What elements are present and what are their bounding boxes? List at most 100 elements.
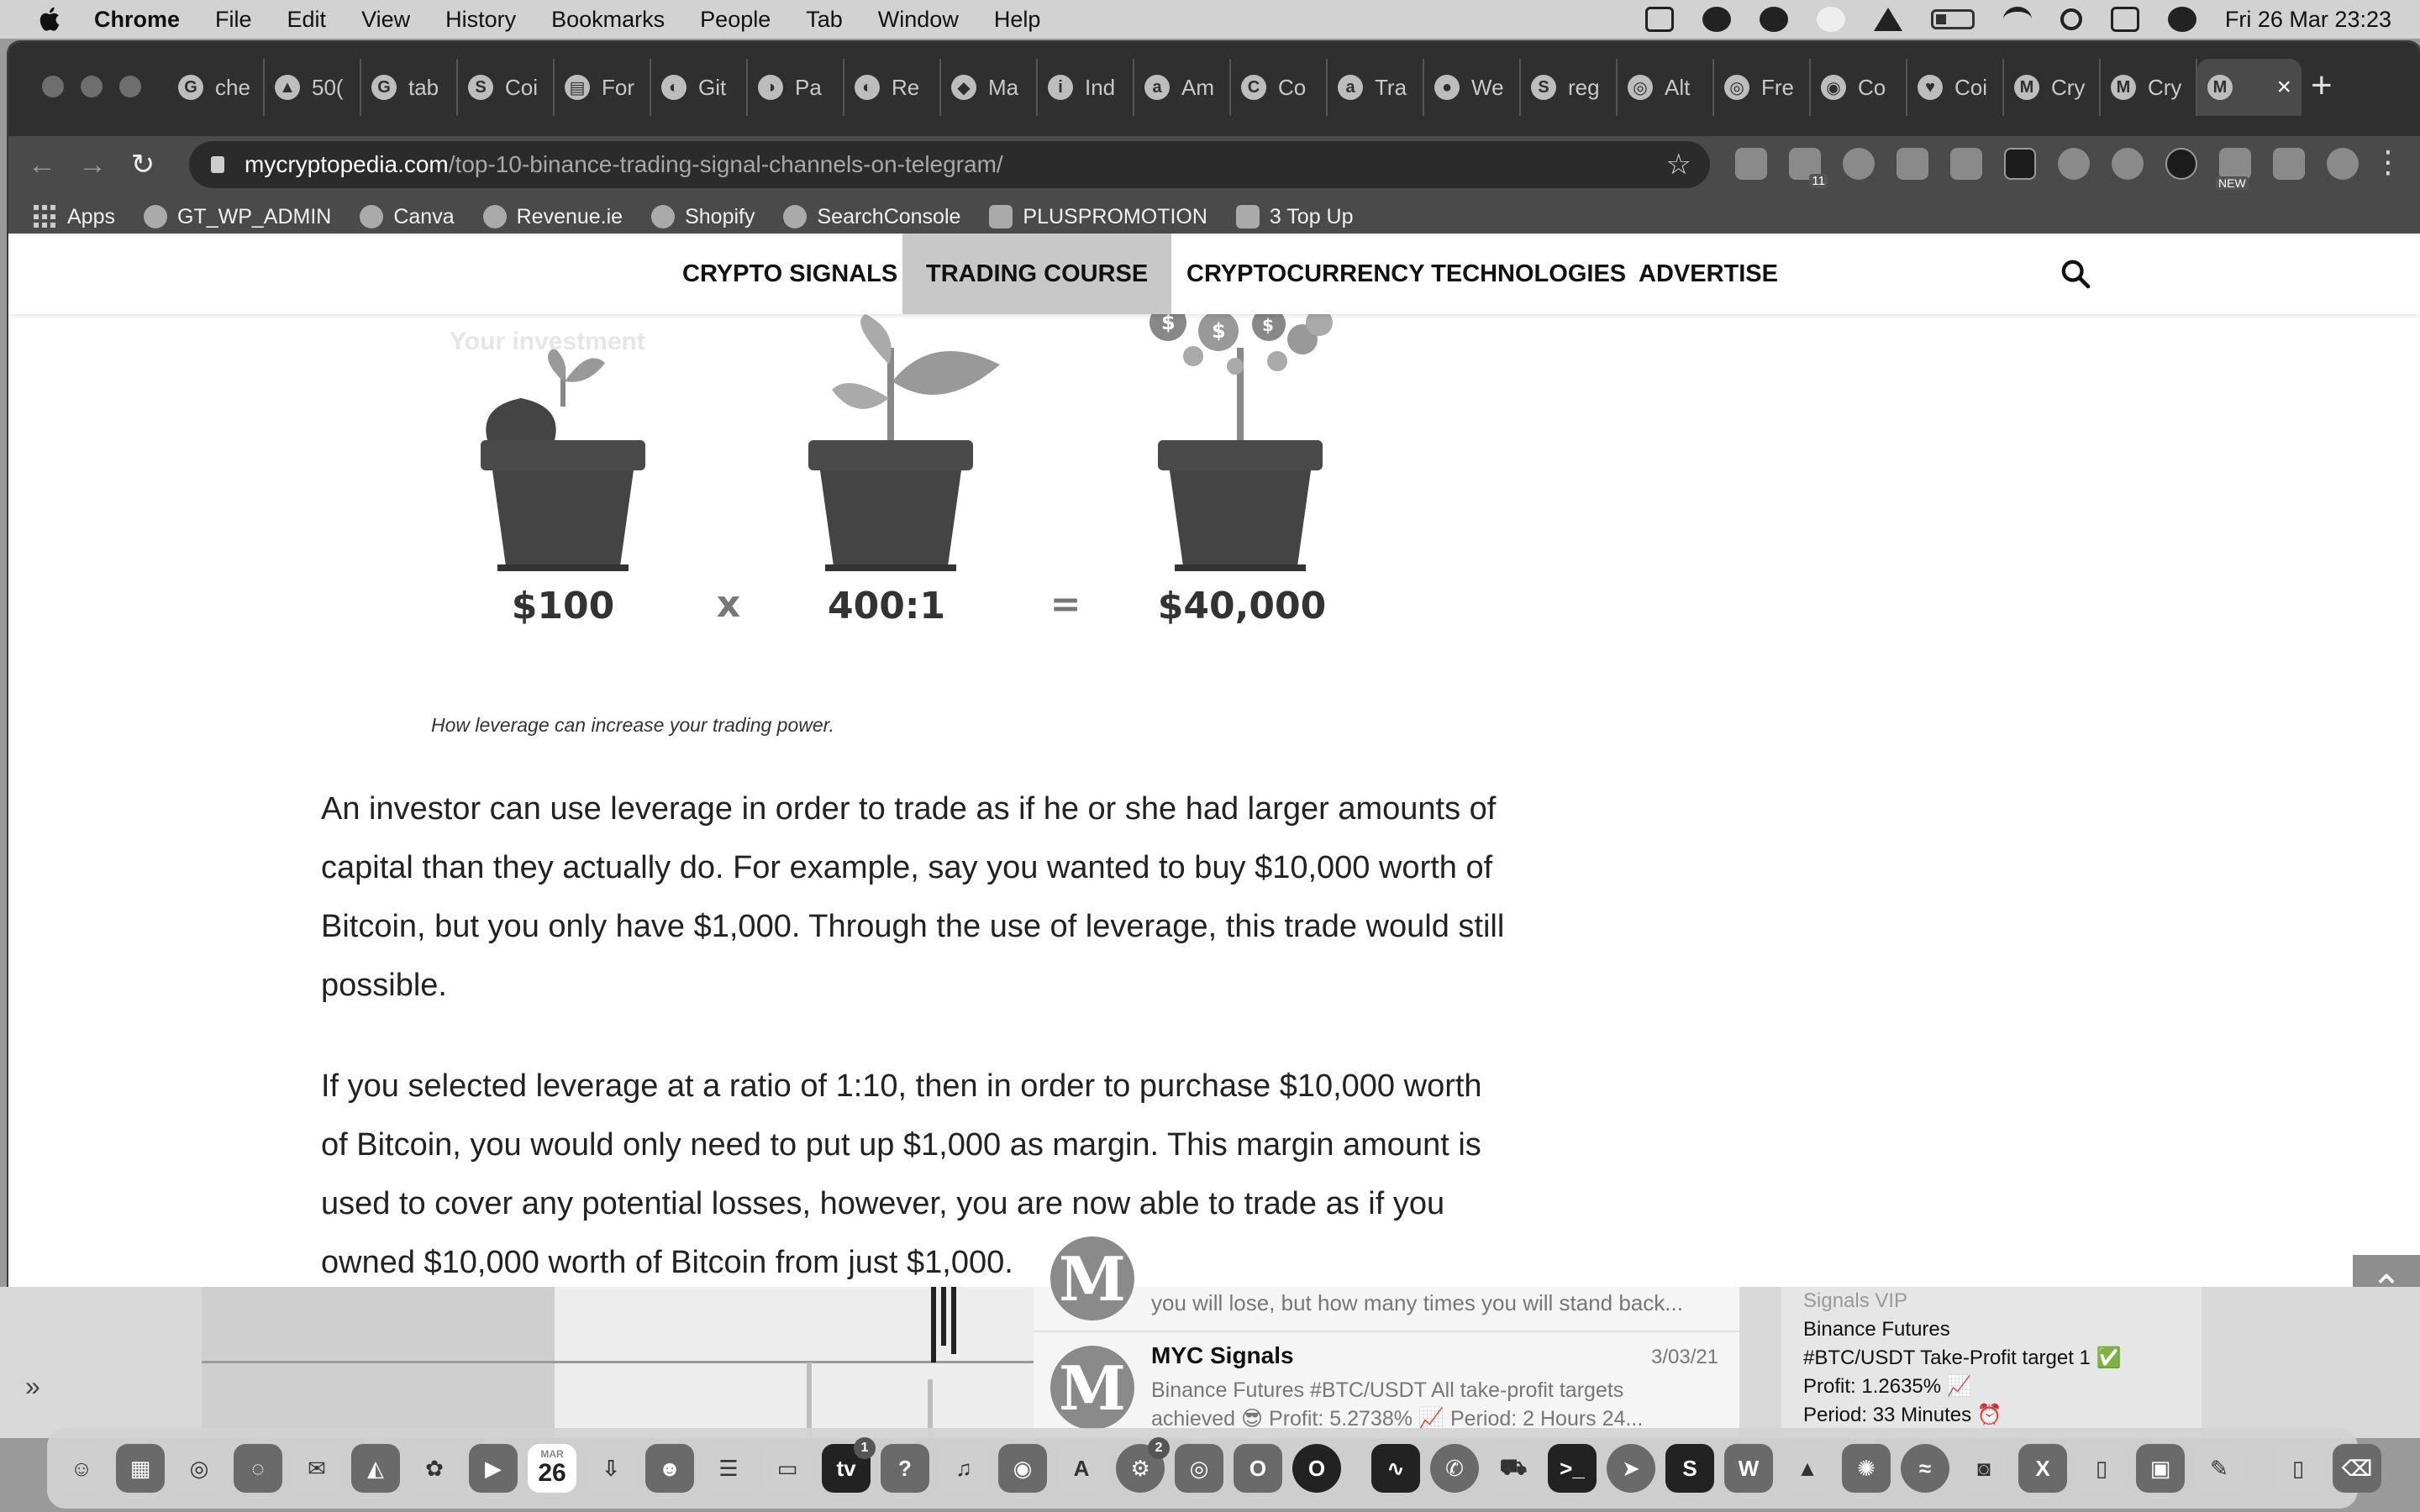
evernote-extension-icon[interactable]	[2112, 148, 2144, 180]
document-icon[interactable]: ▯	[2077, 1444, 2126, 1493]
finder-icon[interactable]: ☺	[57, 1444, 106, 1493]
facetime-icon[interactable]: ▶	[469, 1444, 518, 1493]
channel-avatar[interactable]: M	[1050, 1346, 1134, 1430]
pen-extension-icon[interactable]	[1735, 148, 1767, 180]
address-bar[interactable]: mycryptopedia.com /top-10-binance-tradin…	[189, 141, 1710, 188]
reload-button[interactable]: ↻	[118, 148, 168, 181]
browser-tab[interactable]: ◐ Git	[651, 59, 748, 116]
minimize-window-button[interactable]	[81, 76, 103, 97]
search-icon[interactable]	[2059, 257, 2092, 291]
browser-tab[interactable]: ▲ 50(	[265, 59, 361, 116]
forklift-status-icon[interactable]	[1644, 7, 1674, 32]
zoom-window-button[interactable]	[119, 76, 141, 97]
menu-bookmarks[interactable]: Bookmarks	[551, 7, 665, 33]
maps-icon[interactable]: ◭	[351, 1444, 400, 1493]
new-extension-icon[interactable]: NEW	[2216, 148, 2251, 190]
browser-tab[interactable]: ▤ For	[555, 59, 651, 116]
bookmark-search-console[interactable]: SearchConsole	[783, 205, 960, 229]
back-button[interactable]: ←	[17, 149, 67, 181]
close-window-button[interactable]	[42, 76, 64, 97]
telegram-status-icon[interactable]	[1816, 7, 1845, 32]
browser-tab[interactable]: Gtab	[361, 59, 458, 116]
browser-tab[interactable]: ◎ Alt	[1618, 59, 1714, 116]
word-icon[interactable]: W	[1724, 1444, 1773, 1493]
font-extension-icon[interactable]	[2004, 148, 2036, 180]
menu-window[interactable]: Window	[878, 7, 959, 33]
menu-app-name[interactable]: Chrome	[94, 7, 180, 33]
record-extension-icon[interactable]	[2165, 148, 2197, 180]
menu-view[interactable]: View	[361, 7, 410, 33]
channel-name[interactable]: MYC Signals	[1151, 1342, 1294, 1369]
browser-tab[interactable]: Gche	[168, 59, 265, 116]
help-icon[interactable]: ?	[881, 1444, 929, 1493]
terminal-icon[interactable]: >_	[1548, 1444, 1597, 1493]
launchpad-icon[interactable]: ▦	[116, 1444, 165, 1493]
profile-avatar[interactable]	[2327, 148, 2359, 180]
activity-monitor-icon[interactable]: ∿	[1371, 1444, 1420, 1493]
network-radar-icon[interactable]: ✺	[1842, 1444, 1891, 1493]
app-store-icon[interactable]: A	[1057, 1444, 1106, 1493]
spotlight-search-icon[interactable]	[2060, 8, 2082, 30]
messages-icon[interactable]: ◌	[234, 1444, 282, 1493]
browser-tab[interactable]: i Ind	[1038, 59, 1134, 116]
browser-tab[interactable]: ◑ Pa	[748, 59, 844, 116]
disk-utility-icon[interactable]: ▣	[2136, 1444, 2185, 1493]
menu-help[interactable]: Help	[994, 7, 1041, 33]
nav-advertise[interactable]: ADVERTISE	[1615, 234, 1802, 314]
new-tab-button[interactable]: +	[2311, 67, 2333, 104]
bookmark-star-icon[interactable]: ☆	[1666, 148, 1691, 181]
browser-tab[interactable]: Sreg	[1521, 59, 1618, 116]
notification-bell-icon[interactable]	[1702, 7, 1731, 32]
browser-tab[interactable]: a Tra	[1328, 59, 1424, 116]
opera-icon[interactable]: O	[1292, 1444, 1341, 1493]
double-chevron-icon[interactable]: »	[25, 1371, 40, 1402]
nav-trading-course[interactable]: TRADING COURSE	[902, 234, 1172, 314]
trash-icon[interactable]: ⌫	[2333, 1444, 2381, 1493]
bookmark-pluspromotion[interactable]: PLUSPROMOTION	[989, 205, 1207, 229]
apple-menu-icon[interactable]	[35, 4, 66, 34]
browser-tab[interactable]: ◆ Ma	[941, 59, 1038, 116]
recent-document-icon[interactable]: ▯	[2274, 1444, 2323, 1493]
browser-tab[interactable]: M Cry	[2004, 59, 2101, 116]
browser-tab-active[interactable]: M ×	[2197, 59, 2302, 116]
sync-extension-icon[interactable]	[1843, 148, 1875, 180]
browser-tab[interactable]: M Cry	[2101, 59, 2197, 116]
nav-crypto-signals[interactable]: CRYPTO SIGNALS	[659, 234, 921, 314]
outlook-icon[interactable]: O	[1234, 1444, 1282, 1493]
browser-tab[interactable]: ● We	[1424, 59, 1521, 116]
calendar-icon[interactable]: MAR 26	[528, 1444, 576, 1493]
menu-people[interactable]: People	[700, 7, 771, 33]
podcasts-icon[interactable]: ◉	[998, 1444, 1047, 1493]
system-preferences-icon[interactable]: ⚙ 2	[1116, 1437, 1170, 1493]
bookmark-shopify[interactable]: Shopify	[651, 205, 755, 229]
contacts-icon[interactable]: ☻	[645, 1444, 694, 1493]
istat-menus-icon[interactable]	[1759, 7, 1788, 32]
close-tab-icon[interactable]: ×	[2276, 73, 2291, 102]
apple-tv-icon[interactable]: tv 1	[822, 1437, 876, 1493]
screenshot-icon[interactable]: ◙	[1960, 1444, 2008, 1493]
wifi-icon[interactable]	[2002, 7, 2032, 32]
whatsapp-icon[interactable]: ✆	[1430, 1444, 1479, 1493]
lock-icon[interactable]	[211, 156, 224, 173]
vlc-status-icon[interactable]	[1873, 8, 1902, 31]
telegram-icon[interactable]: ➤	[1607, 1444, 1655, 1493]
downloads-icon[interactable]: ⇩	[587, 1444, 635, 1493]
messenger-icon[interactable]: ≈	[1901, 1444, 1949, 1493]
browser-tab[interactable]: ◉ Co	[1811, 59, 1907, 116]
control-center-icon[interactable]	[2110, 7, 2139, 32]
browser-tab[interactable]: C Co	[1231, 59, 1328, 116]
forklift-icon[interactable]: ⛟	[1489, 1444, 1538, 1493]
puzzle-extensions-icon[interactable]	[2273, 148, 2305, 180]
bookmark-revenue[interactable]: Revenue.ie	[482, 205, 623, 229]
scroll-to-top-button[interactable]: ⌃	[2353, 1255, 2420, 1287]
menu-history[interactable]: History	[445, 7, 516, 33]
battery-icon[interactable]	[1930, 9, 1975, 29]
bookmark-apps[interactable]: Apps	[34, 205, 115, 229]
bookmark-gt-wp-admin[interactable]: GT_WP_ADMIN	[143, 205, 331, 229]
nav-cryptocurrency-technologies[interactable]: CRYPTOCURRENCY TECHNOLOGIES	[1163, 234, 1649, 314]
reminders-icon[interactable]: ☰	[704, 1444, 753, 1493]
notes-icon[interactable]: ▭	[763, 1444, 812, 1493]
printer-extension-icon[interactable]	[1897, 148, 1928, 180]
photos-icon[interactable]: ✿	[410, 1444, 459, 1493]
browser-tab[interactable]: ◐ Re	[844, 59, 941, 116]
